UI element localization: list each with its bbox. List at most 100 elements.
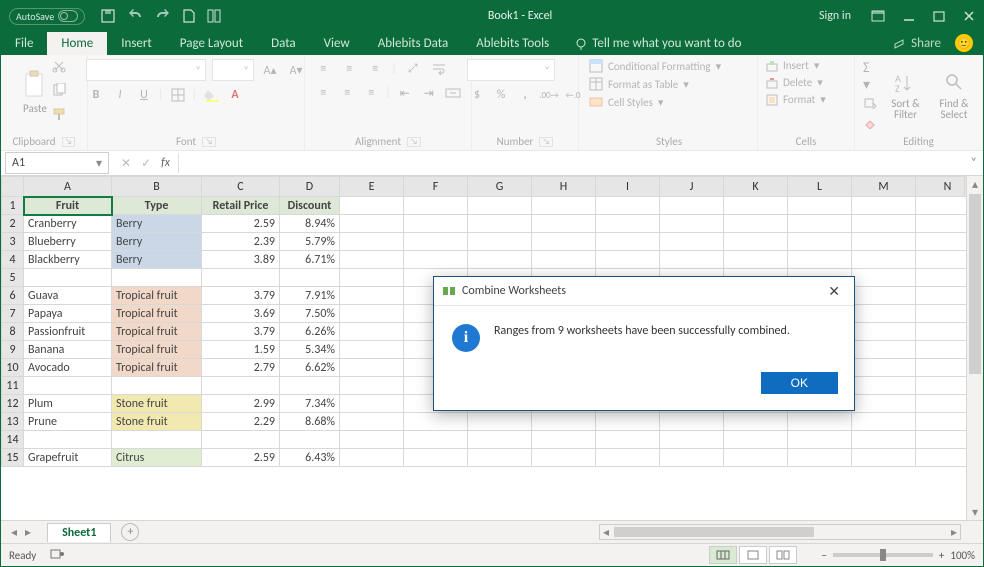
cell[interactable] (340, 413, 404, 431)
clear-icon[interactable] (863, 117, 877, 133)
align-bottom-icon[interactable]: ≡ (365, 59, 385, 79)
tab-page-layout[interactable]: Page Layout (166, 32, 257, 55)
cell[interactable] (404, 449, 468, 467)
cell[interactable]: 1.59 (202, 341, 280, 359)
row-header[interactable]: 15 (2, 449, 24, 467)
bold-button[interactable]: B (86, 85, 106, 105)
cell[interactable] (852, 323, 916, 341)
scroll-up-icon[interactable]: ▴ (967, 176, 983, 192)
confirm-entry-icon[interactable]: ✓ (141, 156, 151, 171)
cell[interactable] (660, 233, 724, 251)
col-header[interactable]: J (660, 177, 724, 197)
paste-button[interactable]: Paste (22, 70, 48, 115)
cell[interactable] (852, 197, 916, 215)
cell[interactable] (112, 377, 202, 395)
formula-input[interactable] (178, 153, 965, 173)
cell[interactable]: 6.43% (280, 449, 340, 467)
cell[interactable] (788, 215, 852, 233)
cell[interactable] (202, 269, 280, 287)
autosave-toggle[interactable]: AutoSave (9, 8, 85, 25)
find-select-button[interactable]: Find & Select (934, 72, 974, 120)
fill-color-icon[interactable] (201, 85, 221, 105)
redo-icon[interactable] (155, 9, 171, 23)
cell[interactable] (596, 233, 660, 251)
cell[interactable] (112, 431, 202, 449)
cell[interactable] (852, 215, 916, 233)
cell[interactable] (340, 431, 404, 449)
cell[interactable] (404, 233, 468, 251)
cell[interactable]: 3.79 (202, 323, 280, 341)
select-all-corner[interactable] (2, 177, 24, 197)
cell[interactable] (852, 413, 916, 431)
fill-icon[interactable] (863, 97, 877, 113)
row-header[interactable]: 3 (2, 233, 24, 251)
cell[interactable] (340, 287, 404, 305)
cell[interactable] (202, 377, 280, 395)
cell[interactable]: Citrus (112, 449, 202, 467)
feedback-smiley-icon[interactable]: 🙂 (955, 34, 973, 52)
cell[interactable] (340, 305, 404, 323)
cell[interactable]: 8.94% (280, 215, 340, 233)
cell[interactable] (468, 251, 532, 269)
cell[interactable]: 3.79 (202, 287, 280, 305)
cell[interactable] (660, 413, 724, 431)
cell[interactable] (660, 449, 724, 467)
cell[interactable]: Plum (24, 395, 112, 413)
accounting-format-icon[interactable]: $ (467, 85, 487, 105)
view-page-layout-icon[interactable] (739, 546, 767, 564)
cell[interactable]: 7.50% (280, 305, 340, 323)
sheet-nav-prev-icon[interactable]: ◂ (11, 525, 17, 540)
align-center-icon[interactable]: ≡ (337, 83, 357, 103)
expand-formula-bar-icon[interactable]: ˅ (965, 156, 983, 170)
dialog-launcher-icon[interactable]: ↘ (62, 137, 76, 147)
ribbon-display-icon[interactable] (871, 10, 885, 22)
zoom-in-icon[interactable]: + (939, 549, 944, 562)
tab-insert[interactable]: Insert (107, 32, 166, 55)
format-cells-button[interactable]: Format ▾ (766, 93, 826, 106)
row-header[interactable]: 7 (2, 305, 24, 323)
cell[interactable] (852, 341, 916, 359)
scroll-down-icon[interactable]: ▾ (967, 504, 983, 520)
cell[interactable] (660, 431, 724, 449)
cell[interactable]: Tropical fruit (112, 323, 202, 341)
cell[interactable] (852, 431, 916, 449)
autosave-switch-off[interactable] (58, 10, 78, 22)
comma-format-icon[interactable]: , (515, 85, 535, 105)
cell[interactable]: 3.89 (202, 251, 280, 269)
cell[interactable] (852, 287, 916, 305)
cell[interactable] (852, 377, 916, 395)
cell[interactable] (24, 269, 112, 287)
fx-icon[interactable]: fx (161, 156, 170, 170)
format-as-table-button[interactable]: Format as Table ▾ (589, 77, 721, 91)
percent-format-icon[interactable]: % (491, 85, 511, 105)
cell[interactable] (788, 251, 852, 269)
cell[interactable] (596, 449, 660, 467)
cell[interactable]: Stone fruit (112, 395, 202, 413)
cell[interactable] (724, 233, 788, 251)
cell[interactable] (468, 413, 532, 431)
col-header[interactable]: L (788, 177, 852, 197)
cell[interactable] (724, 251, 788, 269)
row-header[interactable]: 1 (2, 197, 24, 215)
horizontal-scrollbar[interactable]: ◂ ▸ (599, 524, 961, 540)
tab-file[interactable]: File (1, 32, 47, 55)
cell[interactable] (404, 251, 468, 269)
cell[interactable] (340, 449, 404, 467)
cell[interactable] (532, 431, 596, 449)
hscroll-thumb[interactable] (614, 527, 814, 537)
row-header[interactable]: 12 (2, 395, 24, 413)
cell[interactable] (340, 233, 404, 251)
cell[interactable] (724, 449, 788, 467)
cell[interactable] (340, 269, 404, 287)
macro-record-icon[interactable] (50, 548, 64, 563)
col-header[interactable]: F (404, 177, 468, 197)
tab-ablebits-data[interactable]: Ablebits Data (364, 32, 463, 55)
cell[interactable] (404, 215, 468, 233)
row-header[interactable]: 8 (2, 323, 24, 341)
cell[interactable] (852, 269, 916, 287)
align-middle-icon[interactable]: ≡ (339, 59, 359, 79)
cell[interactable] (788, 197, 852, 215)
underline-button[interactable]: U (134, 85, 154, 105)
row-header[interactable]: 14 (2, 431, 24, 449)
cell[interactable] (280, 431, 340, 449)
